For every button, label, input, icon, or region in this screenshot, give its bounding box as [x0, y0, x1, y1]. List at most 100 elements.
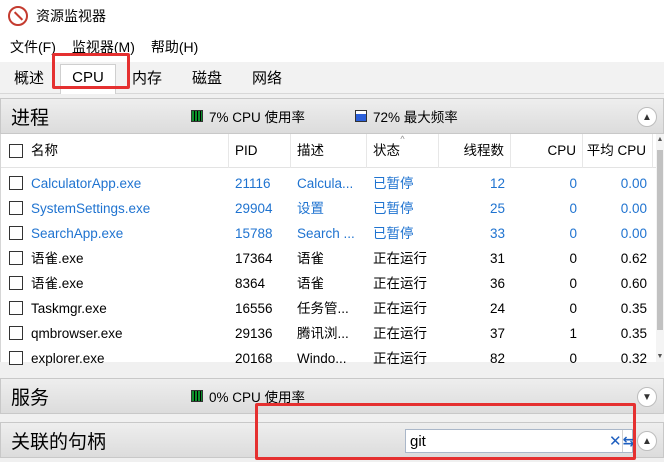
table-row[interactable]: explorer.exe 20168 Windo... 正在运行 82 0 0.32	[1, 346, 657, 371]
process-threads: 37	[489, 326, 505, 341]
row-checkbox[interactable]	[9, 251, 23, 265]
column-threads[interactable]: 线程数	[439, 134, 511, 168]
process-pid: 20168	[235, 351, 273, 366]
process-avg: 0.35	[620, 301, 647, 316]
process-status: 已暂停	[373, 176, 414, 191]
tab-cpu[interactable]: CPU	[60, 64, 116, 95]
scroll-up-icon[interactable]: ▲	[656, 136, 664, 143]
process-cpu: 0	[569, 226, 577, 241]
process-desc: 任务管...	[297, 301, 349, 316]
column-description[interactable]: 描述	[291, 134, 367, 168]
process-name: Taskmgr.exe	[31, 301, 107, 316]
process-name: SystemSettings.exe	[31, 201, 151, 216]
process-name: 语雀.exe	[31, 276, 84, 291]
process-threads: 36	[489, 276, 505, 291]
process-cpu: 0	[569, 176, 577, 191]
tab-disk[interactable]: 磁盘	[182, 66, 232, 94]
row-checkbox[interactable]	[9, 276, 23, 290]
process-name: 语雀.exe	[31, 251, 84, 266]
handles-title: 关联的句柄	[11, 431, 107, 453]
process-table-scrollbar[interactable]: ▲ ▼	[656, 134, 664, 362]
tab-overview[interactable]: 概述	[6, 66, 52, 94]
menu-help[interactable]: 帮助(H)	[141, 36, 204, 58]
menu-file[interactable]: 文件(F)	[0, 36, 62, 58]
process-pid: 8364	[235, 276, 266, 291]
services-section-header[interactable]: 服务 0% CPU 使用率 ▼	[0, 378, 664, 414]
process-cpu: 0	[569, 276, 577, 291]
table-row[interactable]: SystemSettings.exe 29904 设置 已暂停 25 0 0.00	[1, 196, 657, 221]
process-pid: 16556	[235, 301, 273, 316]
row-checkbox[interactable]	[9, 226, 23, 240]
process-desc: 语雀	[297, 276, 324, 291]
clear-search-icon[interactable]: ✕	[609, 432, 622, 450]
tab-memory[interactable]: 内存	[122, 66, 172, 94]
process-cpu: 0	[569, 201, 577, 216]
window-title: 资源监视器	[36, 8, 106, 24]
refresh-search-icon[interactable]: ⇆	[621, 430, 634, 452]
column-average-cpu[interactable]: 平均 CPU	[583, 134, 653, 168]
process-status: 正在运行	[373, 326, 427, 341]
process-desc: Calcula...	[297, 176, 354, 191]
process-desc: Windo...	[297, 351, 347, 366]
process-pid: 29904	[235, 201, 273, 216]
menu-monitor[interactable]: 监视器(M)	[62, 36, 141, 58]
table-row[interactable]: CalculatorApp.exe 21116 Calcula... 已暂停 12 0 0.…	[1, 171, 657, 196]
cpu-usage-chip-icon	[191, 110, 203, 122]
table-row[interactable]: 语雀.exe 17364 语雀 正在运行 31 0 0.62	[1, 246, 657, 271]
column-cpu[interactable]: CPU	[511, 134, 583, 168]
table-row[interactable]: Taskmgr.exe 16556 任务管... 正在运行 24 0 0.35	[1, 296, 657, 321]
tab-strip: 概述 CPU 内存 磁盘 网络	[0, 62, 664, 95]
process-name: qmbrowser.exe	[31, 326, 123, 341]
row-checkbox[interactable]	[9, 301, 23, 315]
process-name: explorer.exe	[31, 351, 105, 366]
process-avg: 0.00	[620, 226, 647, 241]
process-status: 已暂停	[373, 226, 414, 241]
process-threads: 25	[489, 201, 505, 216]
process-status: 正在运行	[373, 251, 427, 266]
resource-monitor-window: 资源监视器 文件(F) 监视器(M) 帮助(H) 概述 CPU 内存 磁盘 网络…	[0, 0, 664, 462]
processes-section-header[interactable]: 进程 7% CPU 使用率 72% 最大频率 ▲	[0, 98, 664, 134]
scroll-thumb[interactable]	[657, 150, 663, 330]
process-avg: 0.35	[620, 326, 647, 341]
process-cpu: 0	[569, 351, 577, 366]
process-table-header: 名称 PID 描述 ^ 状态 线程数 CPU 平均 CPU	[1, 134, 657, 168]
menu-bar: 文件(F) 监视器(M) 帮助(H)	[0, 36, 204, 58]
resource-monitor-app-icon	[8, 6, 28, 26]
table-row[interactable]: qmbrowser.exe 29136 腾讯浏... 正在运行 37 1 0.35	[1, 321, 657, 346]
handles-section-header[interactable]: 关联的句柄 ✕ ⇆ ▲	[0, 422, 664, 458]
process-pid: 15788	[235, 226, 273, 241]
sort-caret-icon: ^	[400, 134, 405, 144]
process-threads: 31	[489, 251, 505, 266]
column-status[interactable]: ^ 状态	[367, 134, 439, 168]
process-avg: 0.00	[620, 201, 647, 216]
process-cpu: 1	[569, 326, 577, 341]
process-threads: 24	[489, 301, 505, 316]
chevron-down-icon[interactable]: ▼	[637, 387, 657, 407]
process-status: 正在运行	[373, 301, 427, 316]
table-row[interactable]: 语雀.exe 8364 语雀 正在运行 36 0 0.60	[1, 271, 657, 296]
process-status: 已暂停	[373, 201, 414, 216]
row-checkbox[interactable]	[9, 326, 23, 340]
cpu-usage-chip-icon	[191, 390, 203, 402]
chevron-up-icon[interactable]: ▲	[637, 107, 657, 127]
frequency-chip-icon	[355, 110, 368, 122]
process-pid: 29136	[235, 326, 273, 341]
process-avg: 0.00	[620, 176, 647, 191]
scroll-down-icon[interactable]: ▼	[656, 353, 664, 360]
process-cpu: 0	[569, 301, 577, 316]
title-bar: 资源监视器	[0, 0, 664, 32]
row-checkbox[interactable]	[9, 176, 23, 190]
process-avg: 0.32	[620, 351, 647, 366]
processes-title: 进程	[11, 107, 50, 129]
select-all-checkbox[interactable]	[9, 144, 23, 158]
table-row[interactable]: SearchApp.exe 15788 Search ... 已暂停 33 0 0.00	[1, 221, 657, 246]
process-table: 名称 PID 描述 ^ 状态 线程数 CPU 平均 CPU Calculator…	[0, 134, 657, 366]
tab-network[interactable]: 网络	[242, 66, 292, 94]
column-name[interactable]: 名称	[1, 134, 229, 168]
column-pid[interactable]: PID	[229, 134, 291, 168]
handle-search-input[interactable]	[406, 432, 609, 450]
chevron-up-icon[interactable]: ▲	[637, 431, 657, 451]
row-checkbox[interactable]	[9, 201, 23, 215]
process-status: 正在运行	[373, 351, 427, 366]
row-checkbox[interactable]	[9, 351, 23, 365]
